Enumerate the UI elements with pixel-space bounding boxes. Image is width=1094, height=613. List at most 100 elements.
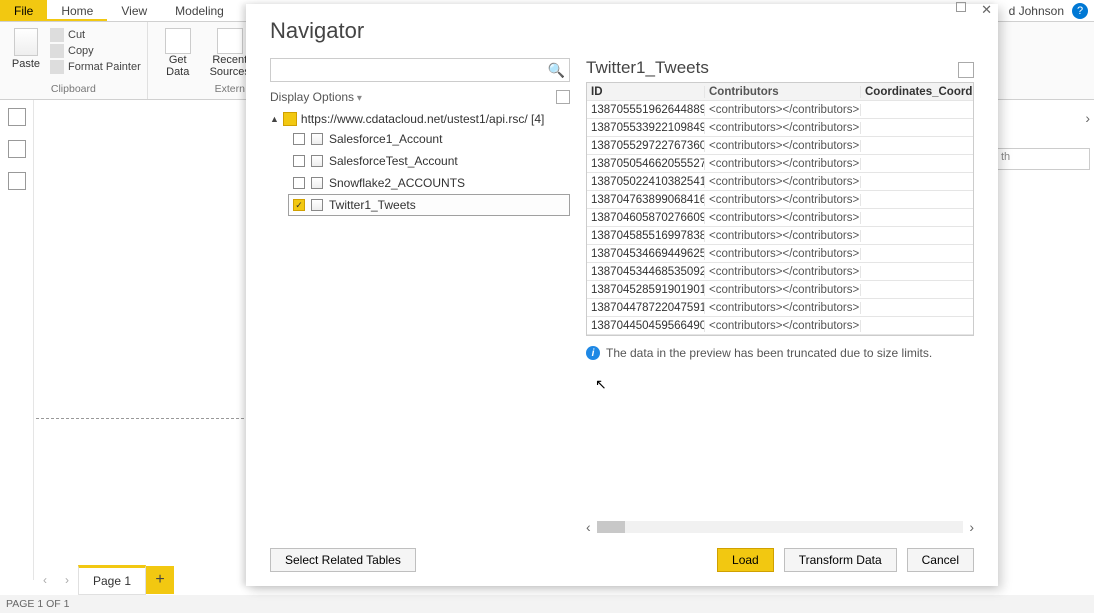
page-prev-icon[interactable]: ‹ (34, 573, 56, 587)
tree-item-label: Twitter1_Tweets (329, 198, 416, 212)
navigator-search-input[interactable] (275, 62, 548, 78)
col-coordinates[interactable]: Coordinates_Coordinat (861, 86, 973, 98)
table-row[interactable]: 1387045285919019013<contributors></contr… (587, 281, 973, 299)
tree-item-snowflake2-accounts[interactable]: Snowflake2_ACCOUNTS (288, 172, 570, 194)
table-row[interactable]: 1387046058702766092<contributors></contr… (587, 209, 973, 227)
table-row[interactable]: 1387047638990684168<contributors></contr… (587, 191, 973, 209)
checkbox[interactable] (293, 177, 305, 189)
preview-grid: ID Contributors Coordinates_Coordinat 13… (586, 82, 974, 336)
table-icon (311, 155, 323, 167)
col-id[interactable]: ID (587, 86, 705, 98)
cell-id: 1387045346694496259 (587, 248, 705, 260)
tab-view[interactable]: View (107, 0, 161, 21)
table-row[interactable]: 1387055519626448896<contributors></contr… (587, 101, 973, 119)
truncated-text: The data in the preview has been truncat… (606, 346, 932, 360)
page-tabs: ‹ › Page 1 + (34, 565, 174, 595)
format-painter-button[interactable]: Format Painter (50, 60, 141, 74)
cell-contributors: <contributors></contributors> (705, 320, 861, 332)
table-row[interactable]: 1387044787220475910<contributors></contr… (587, 299, 973, 317)
group-clipboard: Paste Cut Copy Format Painter Clipboard (0, 22, 148, 99)
expand-pane-icon[interactable]: › (1085, 110, 1090, 126)
scissors-icon (50, 28, 64, 42)
checkbox[interactable] (293, 133, 305, 145)
table-icon (311, 199, 323, 211)
navigator-preview-pane: Twitter1_Tweets ID Contributors Coordina… (586, 58, 974, 536)
table-row[interactable]: 1387045344685350921<contributors></contr… (587, 263, 973, 281)
cell-contributors: <contributors></contributors> (705, 302, 861, 314)
dialog-close-icon[interactable]: ✕ (981, 2, 992, 18)
table-row[interactable]: 1387045346694496259<contributors></contr… (587, 245, 973, 263)
help-icon[interactable]: ? (1072, 3, 1088, 19)
horizontal-scrollbar[interactable]: ‹ › (586, 518, 974, 536)
tree-item-label: Salesforce1_Account (329, 132, 442, 146)
paste-button[interactable]: Paste (6, 24, 46, 74)
page-tab-1[interactable]: Page 1 (78, 565, 146, 595)
user-name: d Johnson (1001, 4, 1072, 18)
paste-label: Paste (12, 58, 40, 70)
collapse-icon[interactable]: ▲ (270, 114, 279, 124)
tab-modeling[interactable]: Modeling (161, 0, 238, 21)
table-row[interactable]: 1387045855169978384<contributors></contr… (587, 227, 973, 245)
preview-options-icon[interactable] (958, 62, 974, 78)
tree-item-twitter1-tweets[interactable]: Twitter1_Tweets (288, 194, 570, 216)
checkbox[interactable] (293, 199, 305, 211)
transform-data-button[interactable]: Transform Data (784, 548, 897, 572)
tab-file[interactable]: File (0, 0, 47, 21)
format-painter-label: Format Painter (68, 61, 141, 73)
col-contributors[interactable]: Contributors (705, 86, 861, 98)
report-view-icon[interactable] (8, 108, 26, 126)
tree-item-salesforce1-account[interactable]: Salesforce1_Account (288, 128, 570, 150)
tree-root[interactable]: ▲ https://www.cdatacloud.net/ustest1/api… (270, 110, 570, 128)
load-button[interactable]: Load (717, 548, 774, 572)
canvas-placeholder-dash (36, 418, 244, 419)
cell-id: 1387045344685350921 (587, 266, 705, 278)
scroll-right-icon[interactable]: › (969, 519, 974, 535)
cell-id: 1387055339221098496 (587, 122, 705, 134)
refresh-icon[interactable] (556, 90, 570, 104)
scroll-left-icon[interactable]: ‹ (586, 519, 591, 535)
cell-id: 1387045855169978384 (587, 230, 705, 242)
scroll-track[interactable] (597, 521, 964, 533)
model-view-icon[interactable] (8, 172, 26, 190)
copy-button[interactable]: Copy (50, 44, 141, 58)
add-page-button[interactable]: + (146, 566, 174, 594)
table-row[interactable]: 1387050546620555271<contributors></contr… (587, 155, 973, 173)
cell-id: 1387047638990684168 (587, 194, 705, 206)
fields-search-input[interactable]: th (996, 148, 1090, 170)
copy-label: Copy (68, 45, 94, 57)
copy-icon (50, 44, 64, 58)
cell-contributors: <contributors></contributors> (705, 212, 861, 224)
cell-contributors: <contributors></contributors> (705, 176, 861, 188)
data-view-icon[interactable] (8, 140, 26, 158)
dialog-restore-icon[interactable] (956, 2, 966, 12)
display-options-dropdown[interactable]: Display Options (270, 90, 362, 104)
brush-icon (50, 60, 64, 74)
table-row[interactable]: 1387044504595664908<contributors></contr… (587, 317, 973, 335)
cell-contributors: <contributors></contributors> (705, 230, 861, 242)
cell-id: 1387055519626448896 (587, 104, 705, 116)
cell-id: 1387055297227673600 (587, 140, 705, 152)
scroll-thumb[interactable] (597, 521, 625, 533)
search-icon[interactable]: 🔍 (548, 62, 565, 79)
table-row[interactable]: 1387055339221098496<contributors></contr… (587, 119, 973, 137)
info-icon: i (586, 346, 600, 360)
tree-item-label: SalesforceTest_Account (329, 154, 458, 168)
tree-item-salesforcetest-account[interactable]: SalesforceTest_Account (288, 150, 570, 172)
checkbox[interactable] (293, 155, 305, 167)
table-row[interactable]: 1387050224103825416<contributors></contr… (587, 173, 973, 191)
dialog-button-row: Select Related Tables Load Transform Dat… (270, 548, 974, 572)
recent-sources-icon (217, 28, 243, 54)
navigator-search[interactable]: 🔍 (270, 58, 570, 82)
tree-item-label: Snowflake2_ACCOUNTS (329, 176, 465, 190)
cell-contributors: <contributors></contributors> (705, 140, 861, 152)
page-next-icon[interactable]: › (56, 573, 78, 587)
select-related-tables-button[interactable]: Select Related Tables (270, 548, 416, 572)
recent-sources-label: Recent Sources (210, 54, 250, 78)
cell-id: 1387044787220475910 (587, 302, 705, 314)
table-row[interactable]: 1387055297227673600<contributors></contr… (587, 137, 973, 155)
get-data-button[interactable]: Get Data (154, 24, 202, 78)
cut-button[interactable]: Cut (50, 28, 141, 42)
tab-home[interactable]: Home (47, 0, 107, 21)
cell-contributors: <contributors></contributors> (705, 248, 861, 260)
cancel-button[interactable]: Cancel (907, 548, 974, 572)
